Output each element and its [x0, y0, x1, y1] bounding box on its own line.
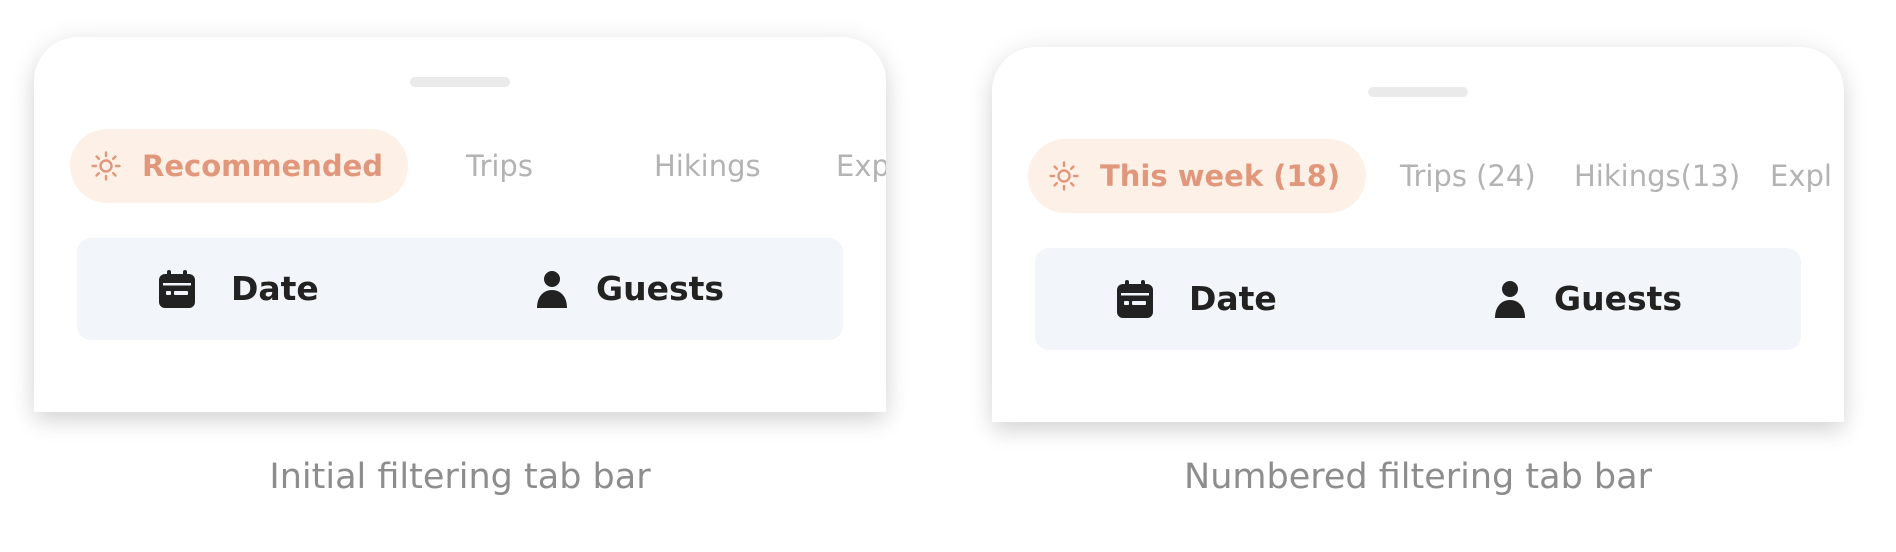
tab-label: This week (18) [1100, 159, 1341, 193]
date-field[interactable]: Date [1115, 248, 1375, 350]
date-field[interactable]: Date [157, 238, 417, 340]
tab-trips[interactable]: Trips (24) [1400, 139, 1536, 213]
caption-initial: Initial filtering tab bar [269, 457, 651, 497]
guests-field[interactable]: Guests [532, 238, 772, 340]
tab-explore[interactable]: Expl [1770, 139, 1832, 213]
guests-field[interactable]: Guests [1490, 248, 1730, 350]
search-bar: Date Guests [77, 238, 843, 340]
tab-label: Recommended [142, 149, 384, 183]
date-label: Date [1189, 279, 1277, 318]
calendar-icon [159, 270, 195, 308]
tab-recommended[interactable]: Recommended [70, 129, 408, 203]
calendar-icon [1117, 280, 1153, 318]
tab-hikings[interactable]: Hikings(13) [1574, 139, 1740, 213]
tab-this-week[interactable]: This week (18) [1028, 139, 1366, 213]
drag-handle[interactable] [1368, 87, 1468, 97]
drag-handle[interactable] [410, 77, 510, 87]
filter-tabs: This week (18) Trips (24) Hikings(13) Ex… [1028, 139, 1844, 213]
guests-label: Guests [596, 269, 725, 308]
guests-label: Guests [1554, 279, 1683, 318]
sun-icon [91, 151, 121, 181]
tab-trips[interactable]: Trips [466, 129, 533, 203]
initial-tab-bar-card: Recommended Trips Hikings Explo Date Gue… [34, 37, 886, 412]
caption-numbered: Numbered filtering tab bar [1184, 457, 1652, 497]
search-bar: Date Guests [1035, 248, 1801, 350]
person-icon [537, 271, 567, 308]
sun-icon [1049, 161, 1079, 191]
tab-hikings[interactable]: Hikings [654, 129, 761, 203]
filter-tabs: Recommended Trips Hikings Explo [70, 129, 886, 203]
tab-explore[interactable]: Explo [836, 129, 886, 203]
date-label: Date [231, 269, 319, 308]
person-icon [1495, 281, 1525, 318]
numbered-tab-bar-card: This week (18) Trips (24) Hikings(13) Ex… [992, 47, 1844, 422]
